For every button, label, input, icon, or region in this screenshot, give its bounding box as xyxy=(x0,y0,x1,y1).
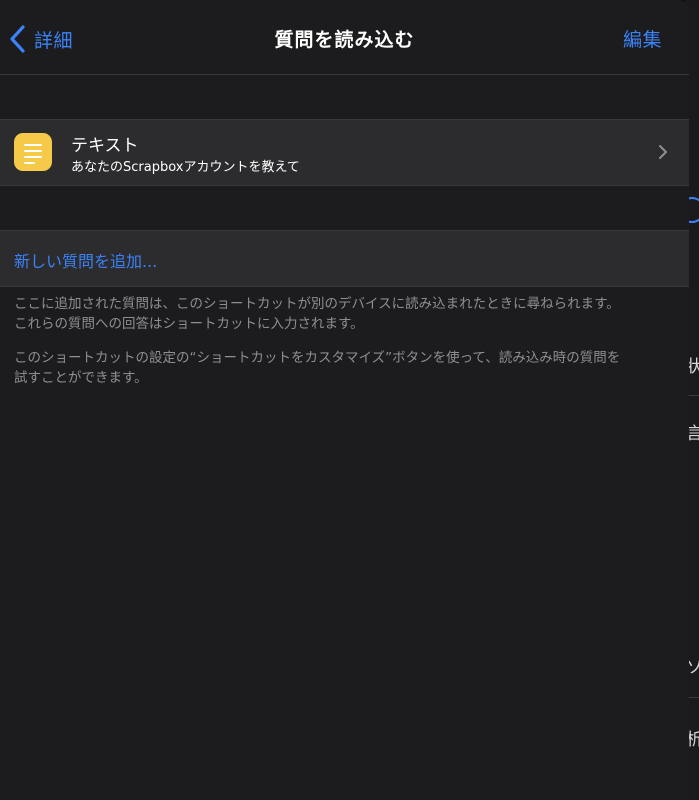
footer-hint: このショートカットの設定の“ショートカットをカスタマイズ”ボタンを使って、読み込… xyxy=(14,348,674,388)
add-question-label: 新しい質問を追加... xyxy=(14,252,158,271)
footer-text-line: このショートカットの設定の“ショートカットをカスタマイズ”ボタンを使って、読み込… xyxy=(14,350,621,366)
question-row[interactable]: テキスト あなたのScrapboxアカウントを教えて xyxy=(0,119,689,186)
import-questions-sheet: 詳細 質問を読み込む 編集 テキスト あなたのScrapboxアカウントを教えて… xyxy=(0,0,689,800)
edit-button[interactable]: 編集 xyxy=(623,25,662,52)
footer-text-line: 試すことができます。 xyxy=(14,370,148,386)
footer-text-line: これらの質問への回答はショートカットに入力されます。 xyxy=(14,316,364,332)
text-lines-icon xyxy=(14,133,52,171)
question-title: テキスト xyxy=(71,136,139,156)
navigation-bar: 詳細 質問を読み込む 編集 xyxy=(0,0,689,75)
add-question-button[interactable]: 新しい質問を追加... xyxy=(0,230,689,287)
footer-description: ここに追加された質問は、このショートカットが別のデバイスに読み込まれたときに尋ね… xyxy=(14,294,674,334)
chevron-right-icon xyxy=(659,145,667,159)
question-subtitle: あなたのScrapboxアカウントを教えて xyxy=(71,160,300,175)
footer-text-line: ここに追加された質問は、このショートカットが別のデバイスに読み込まれたときに尋ね… xyxy=(14,296,620,312)
page-title: 質問を読み込む xyxy=(274,29,415,51)
